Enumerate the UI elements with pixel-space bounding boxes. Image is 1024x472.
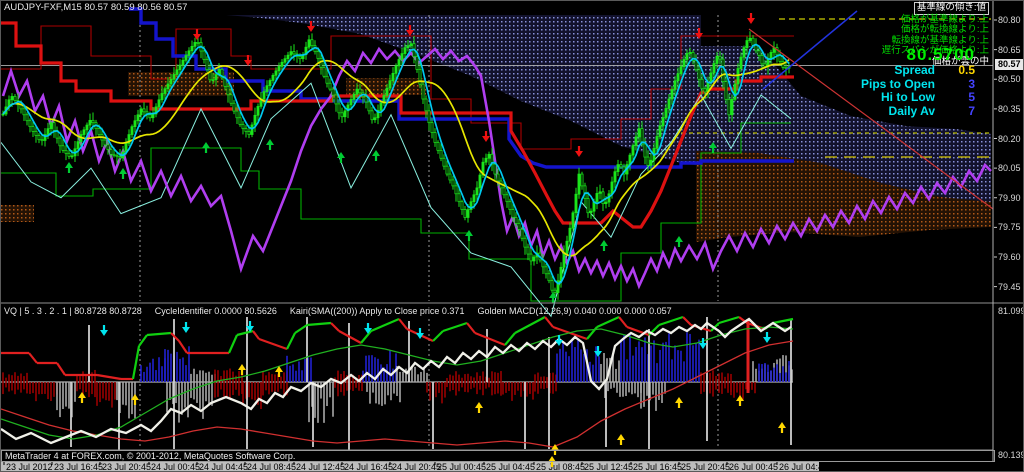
time-axis-label: 24 Jul 00:45 [151, 462, 201, 472]
indicator-header-segment: Kairi(SMA((200)) Apply to Close price 0.… [289, 306, 465, 316]
price-axis-label: 79.90 [998, 192, 1021, 203]
indicator-header-segment: CycleIdentifier 0.0000 80.5626 [154, 306, 277, 316]
time-axis-label: 23 Jul 2012 [6, 462, 53, 472]
indicator-header-segment: VQ | 5 . 3 . 2 . 1 | 80.8728 80.8728 [4, 306, 142, 316]
time-axis[interactable]: 23 Jul 2012 23 Jul 16:45 23 Jul 20:45 24 Ju… [1, 462, 828, 472]
indicator-axis-label: 80.1397 [998, 450, 1023, 460]
price-axis-label: 80.05 [998, 163, 1021, 174]
price-axis-label: 80.50 [998, 74, 1021, 85]
time-axis-label: 24 Jul 12:45 [296, 462, 346, 472]
stat-row-hi-to-low: Hi to Low 5 [881, 90, 975, 104]
price-axis-label: 80.35 [998, 103, 1021, 114]
price-axis-label: 79.60 [998, 252, 1021, 262]
stat-row-spread: Spread 0.5 [894, 63, 975, 77]
spread-value: 0.5 [958, 63, 975, 77]
time-axis-label: 24 Jul 04:45 [199, 462, 249, 472]
chart-symbol-title: AUDJPY-FXF,M15 80.57 80.59 80.56 80.57 [4, 2, 188, 13]
time-axis-label: 25 Jul 04:45 [486, 462, 536, 472]
time-axis-label: 25 Jul 08:45 [536, 462, 586, 472]
time-axis-label: 25 Jul 20:45 [681, 462, 731, 472]
price-stats-panel: Spread 0.5 Pips to Open 3 Hi to Low 5 Daily… [860, 63, 975, 118]
time-axis-label: 24 Jul 20:45 [392, 462, 442, 472]
time-axis-label: 25 Jul 16:45 [633, 462, 683, 472]
indicator-panel[interactable] [1, 304, 993, 450]
main-chart-panel[interactable] [1, 1, 993, 303]
indicator-axis-label: 81.0995 [998, 306, 1023, 316]
daily-av-value: 7 [968, 103, 975, 118]
time-axis-label: 25 Jul 12:45 [584, 462, 634, 472]
price-axis-label: 80.20 [998, 133, 1021, 144]
hi-to-low-value: 5 [968, 90, 975, 104]
price-axis-label: 79.75 [998, 222, 1021, 233]
stat-row-daily-av: Daily Av 7 [888, 103, 975, 118]
mt4-chart-window: AUDJPY-FXF,M15 80.57 80.59 80.56 80.57 基… [0, 0, 1024, 472]
price-axis-label: 79.45 [998, 281, 1021, 292]
time-axis-label: 26 Jul 00:45 [729, 462, 779, 472]
ichimoku-status-header: 基準線の傾き:値 [913, 2, 989, 15]
time-axis-label: 26 Jul 04:45 [779, 462, 829, 472]
stat-row-pips-to-open: Pips to Open 3 [860, 76, 975, 91]
time-axis-label: 25 Jul 00:45 [437, 462, 487, 472]
indicator-window-header: VQ | 5 . 3 . 2 . 1 | 80.8728 80.8728 Cycl… [4, 306, 685, 316]
ichimoku-status-line: 価格が転換線より:上 [901, 24, 989, 35]
price-axis-label: 80.80 [998, 15, 1021, 25]
current-price-axis-badge: 80.57 [995, 59, 1023, 71]
indicator-header-segment: Golden MACD(12,26,9) 0.040 0.000 0.000 0… [477, 306, 672, 316]
time-axis-label: 23 Jul 20:45 [102, 462, 152, 472]
time-axis-label: 24 Jul 16:45 [344, 462, 394, 472]
pips-to-open-value: 3 [968, 76, 975, 91]
time-axis-label: 24 Jul 08:45 [247, 462, 297, 472]
status-bar: MetaTrader 4 at FOREX.com, © 2001-2012, … [1, 450, 995, 462]
time-axis-label: 23 Jul 16:45 [54, 462, 104, 472]
current-price-display: 80.5700 [906, 45, 975, 64]
price-axis-label: 80.65 [998, 44, 1021, 55]
